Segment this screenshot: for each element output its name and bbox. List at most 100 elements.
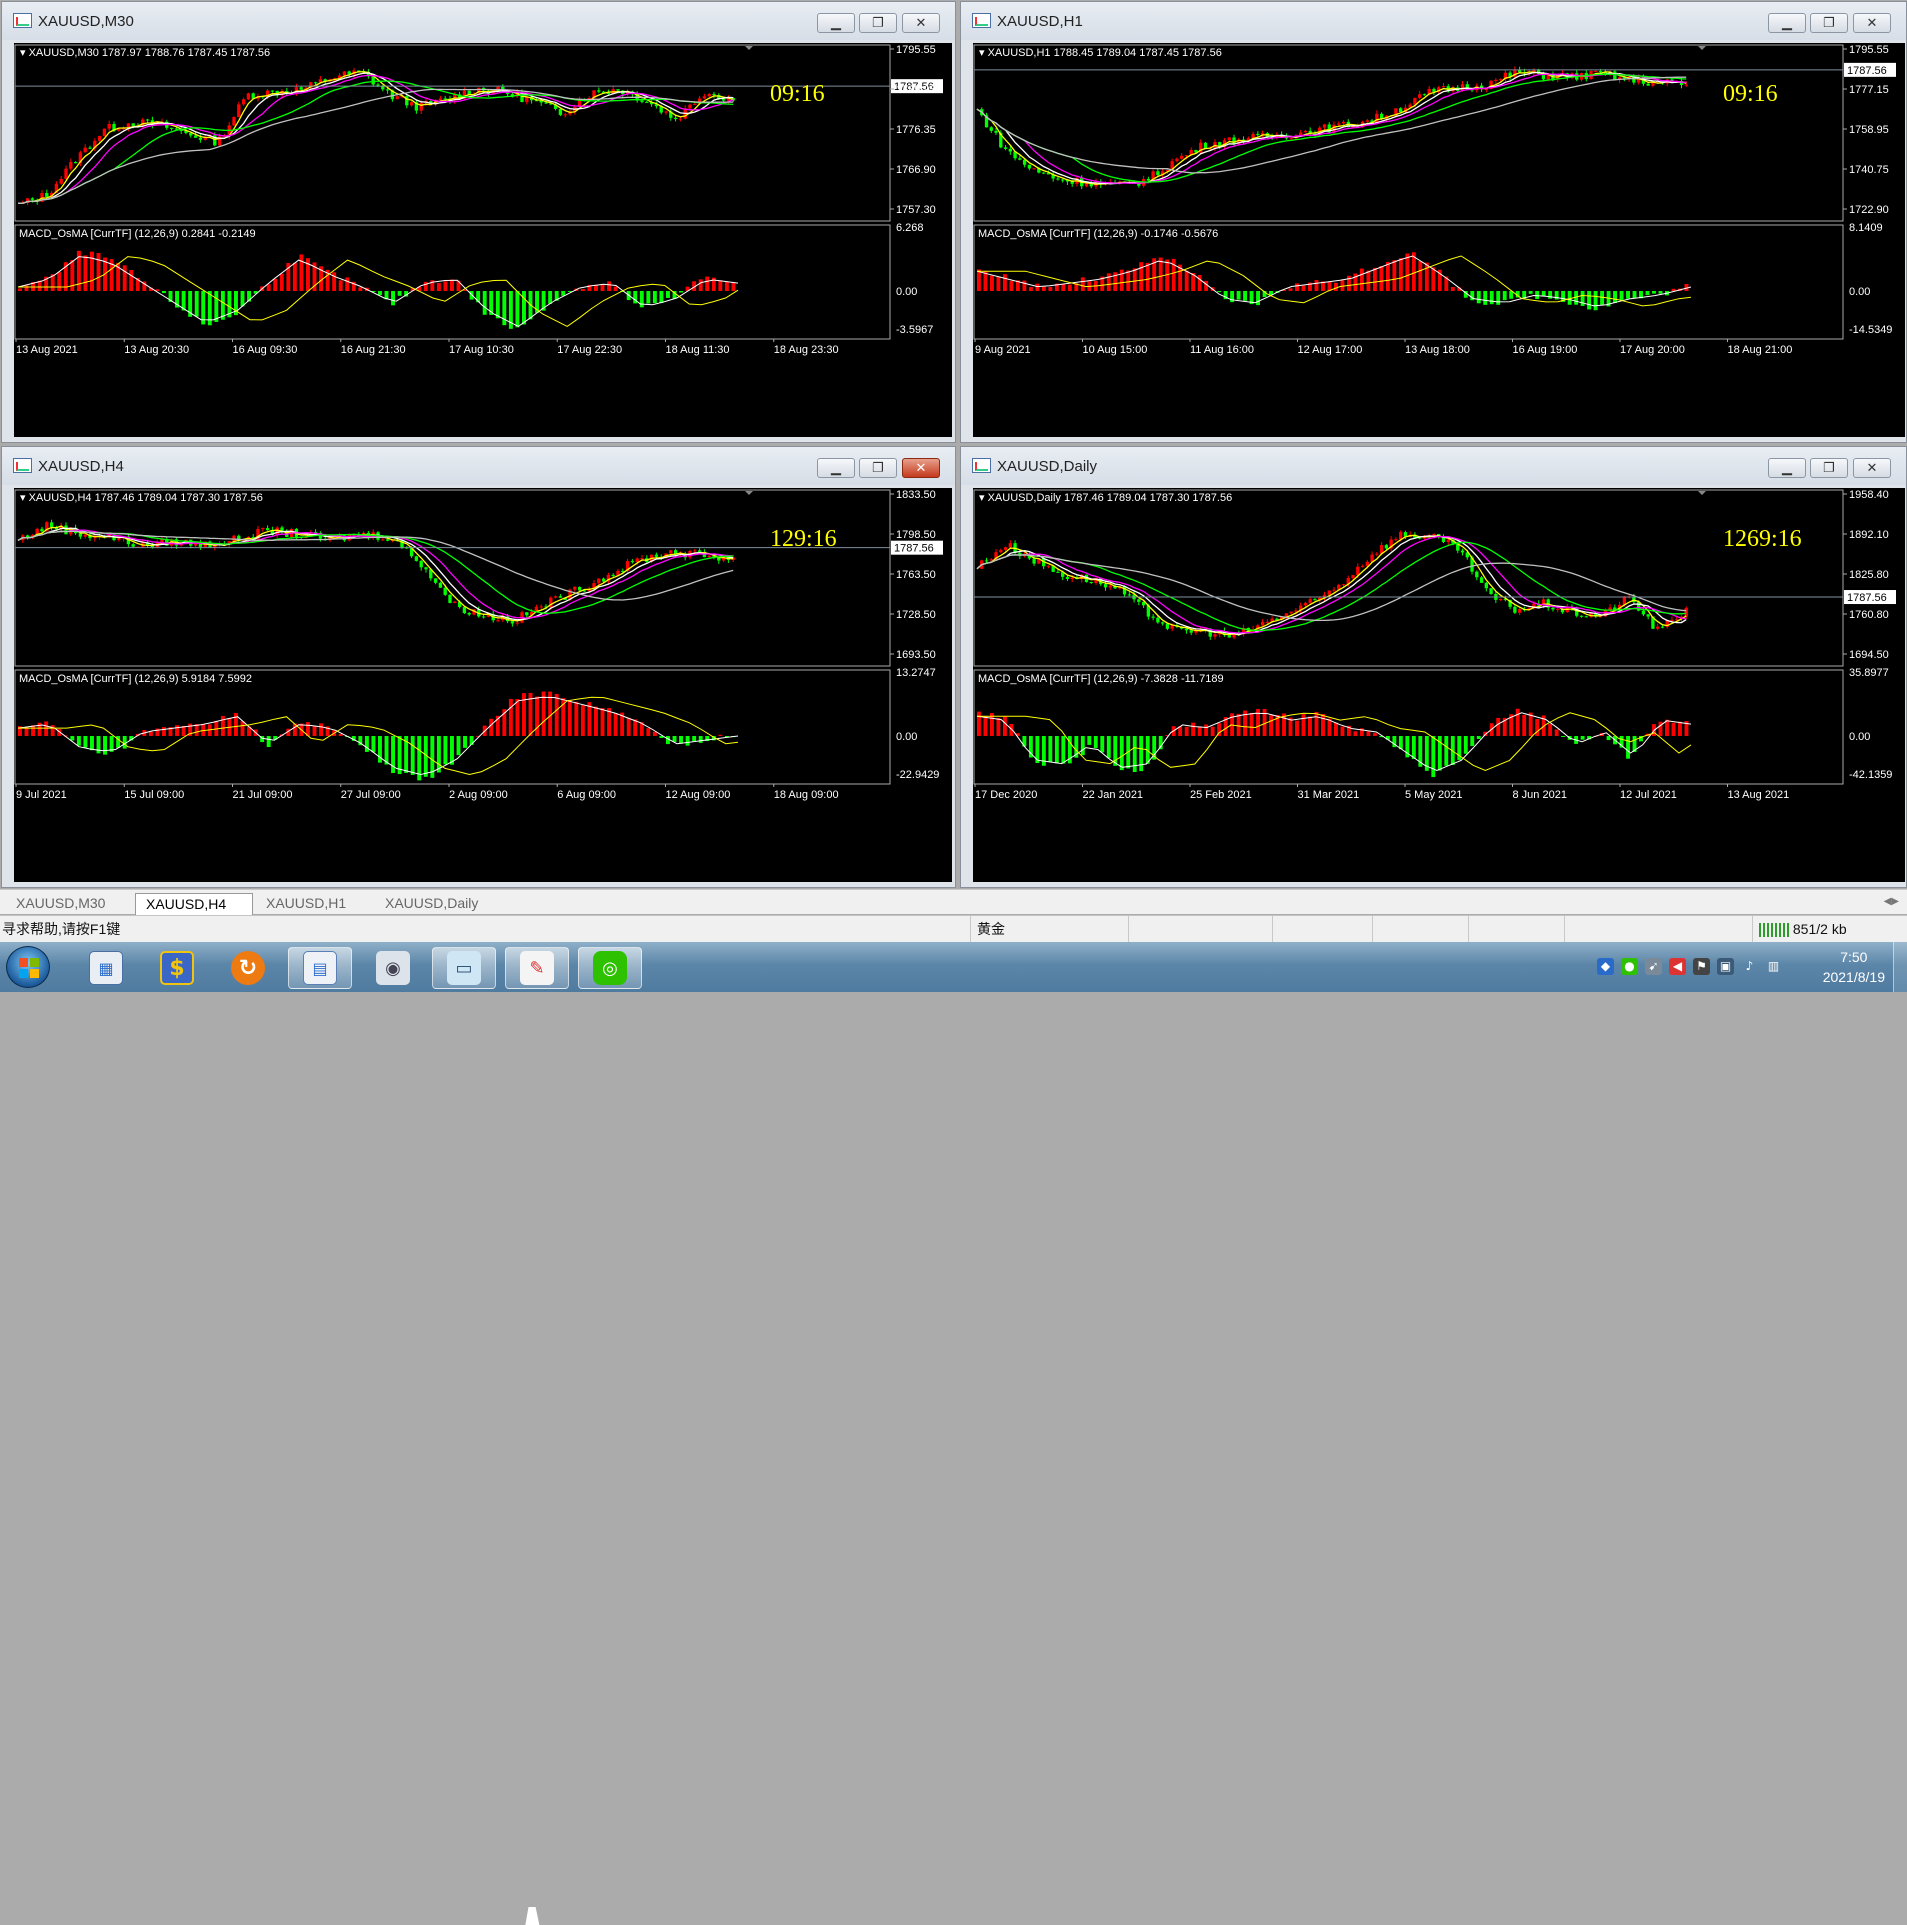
candle-body: [1479, 577, 1484, 583]
price-chart-svg[interactable]: 1787.56 1833.50 1798.50 1763.50 1728.50 1693.…: [14, 488, 952, 882]
price-tick-label: 1958.40: [1849, 489, 1889, 501]
window-titlebar[interactable]: XAUUSD,H1 ▁ ❐ ✕: [961, 2, 1906, 40]
taskbar-app-camera[interactable]: ◉: [361, 947, 425, 989]
minimize-button[interactable]: ▁: [817, 13, 855, 33]
close-button[interactable]: ✕: [1853, 13, 1891, 33]
tab-xauusd-h4[interactable]: XAUUSD,H4: [135, 893, 253, 915]
candle-body: [989, 127, 993, 131]
network-icon[interactable]: ▥: [1765, 958, 1782, 975]
macd-bar: [1093, 736, 1098, 749]
chart-window-h1[interactable]: XAUUSD,H1 ▁ ❐ ✕ 1787.56 1795.55 1777.15 175…: [960, 1, 1907, 443]
chart-window-h4[interactable]: XAUUSD,H4 ▁ ❐ ✕ 1787.56 1833.50 1798.50 176…: [1, 446, 956, 888]
taskbar-app-orange[interactable]: ↻: [216, 947, 280, 989]
show-desktop-button[interactable]: [1893, 942, 1907, 992]
paint-icon: ✎: [520, 951, 554, 985]
time-axis-label: 17 Aug 10:30: [449, 344, 514, 356]
candle-body: [241, 99, 246, 105]
macd-bar: [90, 736, 94, 751]
windows-logo-icon: [19, 958, 39, 978]
candle-body: [1341, 121, 1346, 124]
candle-body: [1441, 537, 1446, 543]
monitor-icon[interactable]: ▣: [1717, 958, 1734, 975]
macd-bar: [1210, 726, 1215, 736]
macd-tick-label: 0.00: [1849, 286, 1870, 298]
macd-bar: [977, 269, 981, 291]
candle-body: [131, 544, 135, 547]
time-axis-label: 31 Mar 2021: [1298, 789, 1360, 801]
macd-bar: [83, 736, 88, 748]
macd-tick-label: 0.00: [896, 286, 917, 298]
maximize-button[interactable]: ❐: [1810, 13, 1848, 33]
time-axis-label: 13 Aug 18:00: [1405, 344, 1470, 356]
candle-body: [616, 89, 620, 91]
macd-bar: [594, 706, 598, 736]
taskbar-app-mt4-charts[interactable]: ▤: [288, 947, 352, 989]
window-titlebar[interactable]: XAUUSD,M30 ▁ ❐ ✕: [2, 2, 955, 40]
close-button[interactable]: ✕: [1853, 458, 1891, 478]
macd-bar: [240, 291, 245, 307]
macd-bar: [1431, 267, 1436, 291]
window-titlebar[interactable]: XAUUSD,Daily ▁ ❐ ✕: [961, 447, 1906, 485]
minimize-button[interactable]: ▁: [1768, 458, 1806, 478]
candle-body: [1265, 621, 1270, 623]
taskbar-app-dollar[interactable]: $: [145, 947, 209, 989]
time-axis-label: 8 Jun 2021: [1513, 789, 1567, 801]
macd-bar: [718, 734, 723, 736]
price-chart-svg[interactable]: 1787.56 1795.55 1777.15 1758.95 1740.75 1722.…: [973, 43, 1905, 437]
tab-xauusd-m30[interactable]: XAUUSD,M30: [6, 893, 130, 915]
chart-area[interactable]: 1787.56 1795.55 1785.95 1776.35 1766.90 1757.…: [14, 43, 952, 437]
candle-body: [558, 596, 563, 598]
macd-bar: [633, 719, 638, 736]
macd-bar: [1476, 736, 1481, 739]
network-tool-icon[interactable]: ➹: [1645, 958, 1662, 975]
taskbar-clock[interactable]: 7:50 2021/8/19: [1823, 947, 1885, 987]
window-titlebar[interactable]: XAUUSD,H4 ▁ ❐ ✕: [2, 447, 955, 485]
mouse-cursor-icon: [525, 1907, 543, 1925]
chart-window-daily[interactable]: XAUUSD,Daily ▁ ❐ ✕ 1787.56 1958.40 1892.10…: [960, 446, 1907, 888]
taskbar-app-paint[interactable]: ✎: [505, 947, 569, 989]
chart-area[interactable]: 1787.56 1833.50 1798.50 1763.50 1728.50 1693.…: [14, 488, 952, 882]
chart-window-m30[interactable]: XAUUSD,M30 ▁ ❐ ✕ 1787.56 1795.55 1785.95 17…: [1, 1, 956, 443]
taskbar-app-mt4[interactable]: ▦: [74, 947, 138, 989]
price-chart-svg[interactable]: 1787.56 1958.40 1892.10 1825.80 1760.80 1694.…: [973, 488, 1905, 882]
taskbar-app-wechat[interactable]: ◎: [578, 947, 642, 989]
chart-area[interactable]: 1787.56 1795.55 1777.15 1758.95 1740.75 1722.…: [973, 43, 1905, 437]
volume-icon[interactable]: ♪: [1741, 958, 1758, 975]
tab-xauusd-daily[interactable]: XAUUSD,Daily: [375, 893, 503, 915]
macd-bar: [384, 736, 389, 765]
start-button[interactable]: [6, 946, 50, 988]
maximize-button[interactable]: ❐: [859, 458, 897, 478]
price-tick-label: 1776.35: [896, 124, 936, 136]
chart-area[interactable]: 1787.56 1958.40 1892.10 1825.80 1760.80 1694.…: [973, 488, 1905, 882]
candle-body: [539, 606, 543, 608]
candle-body: [102, 128, 107, 137]
shield-icon[interactable]: ◆: [1597, 958, 1614, 975]
maximize-button[interactable]: ❐: [1810, 458, 1848, 478]
minimize-button[interactable]: ▁: [817, 458, 855, 478]
candle-body: [563, 114, 567, 116]
candle-body: [1494, 79, 1498, 81]
close-button[interactable]: ✕: [902, 458, 940, 478]
time-axis-label: 21 Jul 09:00: [233, 789, 293, 801]
macd-bar: [220, 715, 225, 736]
app-tray-icon[interactable]: ◀: [1669, 958, 1686, 975]
maximize-button[interactable]: ❐: [859, 13, 897, 33]
close-button[interactable]: ✕: [902, 13, 940, 33]
tab-scroll-arrows[interactable]: ◀▶: [1884, 896, 1899, 907]
taskbar-app-notepad[interactable]: ▭: [432, 947, 496, 989]
price-tick-label: 1740.75: [1849, 164, 1889, 176]
macd-bar: [1204, 724, 1209, 736]
wechat-tray-icon[interactable]: ●: [1621, 958, 1638, 975]
macd-tick-label: -42.1359: [1849, 769, 1892, 781]
candle-body: [313, 82, 318, 84]
macd-bar: [1502, 291, 1507, 301]
macd-bar: [96, 253, 101, 291]
macd-bar: [580, 705, 585, 736]
flag-icon[interactable]: ⚑: [1693, 958, 1710, 975]
minimize-button[interactable]: ▁: [1768, 13, 1806, 33]
candle-body: [640, 100, 644, 102]
tab-xauusd-h1[interactable]: XAUUSD,H1: [256, 893, 374, 915]
macd-bar: [1645, 291, 1650, 296]
price-chart-svg[interactable]: 1787.561795.551785.951776.351766.901757.…: [14, 43, 952, 437]
macd-bar: [1119, 736, 1124, 771]
